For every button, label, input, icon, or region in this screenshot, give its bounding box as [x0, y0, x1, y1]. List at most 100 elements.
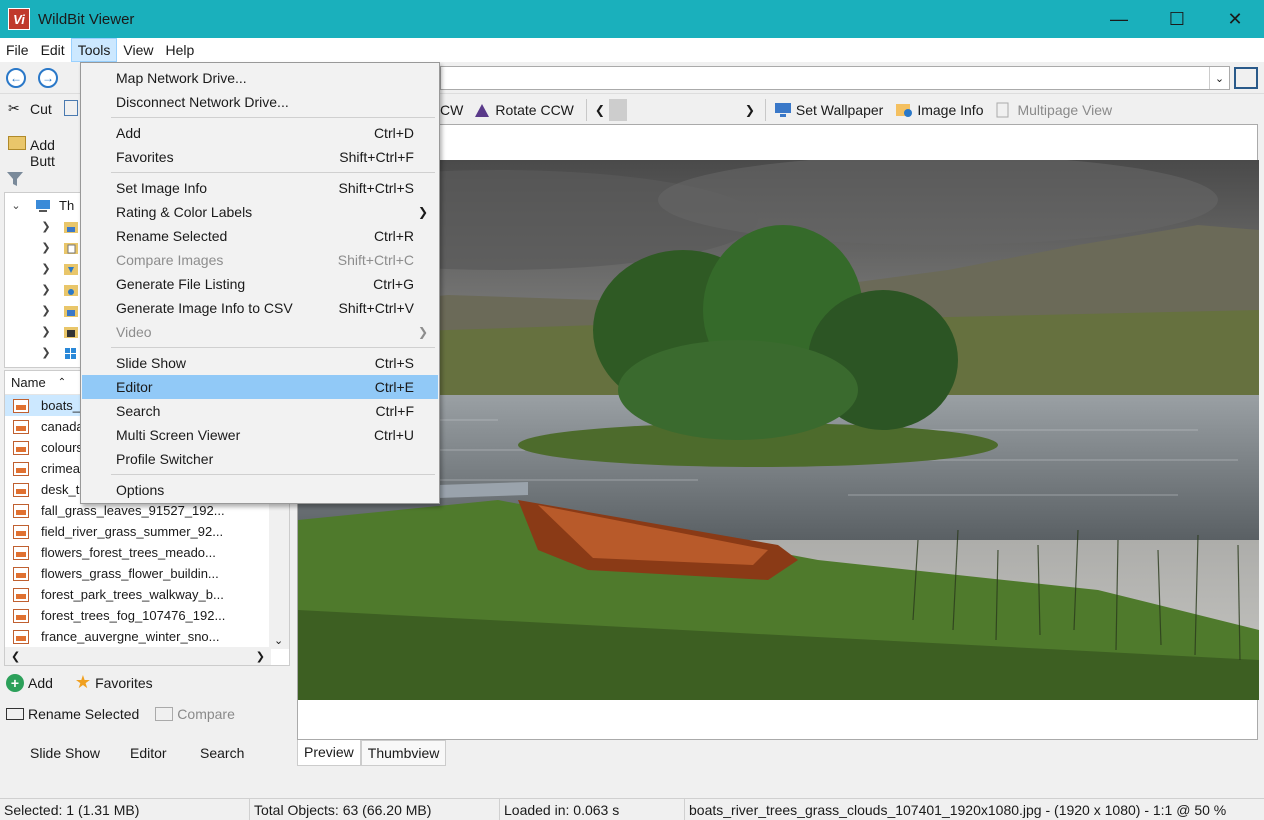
tree-item[interactable]: ❯	[39, 321, 79, 342]
tab-preview[interactable]: Preview	[297, 740, 361, 766]
chevron-left-icon[interactable]: ❮	[595, 103, 605, 117]
menu-view[interactable]: View	[117, 38, 159, 62]
menu-item-shortcut: Ctrl+F	[375, 403, 415, 419]
menu-item-label: Generate File Listing	[116, 276, 246, 292]
rotate-cw-button[interactable]: CW	[440, 102, 463, 118]
menu-item-shortcut: Ctrl+R	[373, 228, 414, 244]
tree-item[interactable]: ❯	[39, 279, 79, 300]
menu-item-label: Add	[116, 125, 141, 141]
menu-editor[interactable]: Editor Ctrl+E	[82, 375, 438, 399]
menu-generate-file-listing[interactable]: Generate File Listing Ctrl+G	[82, 272, 438, 296]
image-navigation-scroller[interactable]: ❮ ❯	[595, 99, 755, 121]
menu-item-shortcut: Ctrl+E	[374, 379, 414, 395]
menu-separator	[111, 172, 435, 173]
list-item[interactable]: france_auvergne_winter_sno...	[5, 626, 289, 647]
tree-item[interactable]: ❯	[39, 342, 79, 363]
menu-add[interactable]: Add Ctrl+D	[82, 121, 438, 145]
rename-compare-bar: Rename Selected Compare	[6, 706, 235, 722]
list-item[interactable]: flowers_forest_trees_meado...	[5, 542, 289, 563]
menu-favorites[interactable]: Favorites Shift+Ctrl+F	[82, 145, 438, 169]
maximize-button[interactable]: ☐	[1148, 0, 1206, 38]
tree-item[interactable]: ❯	[39, 258, 79, 279]
edit-toolbar: ✂ Cut	[0, 94, 80, 126]
copy-icon[interactable]	[64, 100, 78, 116]
tree-item[interactable]: ❯	[39, 216, 79, 237]
fullscreen-icon[interactable]	[1234, 67, 1258, 89]
rotate-ccw-button[interactable]: Rotate CCW	[473, 102, 574, 118]
compare-button[interactable]: Compare	[177, 706, 235, 722]
chevron-right-icon[interactable]: ❯	[256, 650, 265, 663]
window-title: WildBit Viewer	[38, 10, 135, 28]
minimize-button[interactable]: —	[1090, 0, 1148, 38]
menu-item-label: Disconnect Network Drive...	[116, 94, 289, 110]
scroller-thumb[interactable]	[608, 99, 627, 121]
image-preview-pane[interactable]	[297, 124, 1259, 740]
menu-edit[interactable]: Edit	[35, 38, 71, 62]
filter-icon[interactable]	[6, 170, 24, 188]
chevron-right-icon[interactable]: ❯	[745, 103, 755, 117]
menu-file[interactable]: File	[0, 38, 35, 62]
back-icon[interactable]: ←	[6, 68, 26, 88]
set-wallpaper-button[interactable]: Set Wallpaper	[774, 102, 883, 118]
add-button-bar: Add Butt	[0, 128, 80, 169]
image-file-icon	[13, 461, 29, 476]
slide-show-button[interactable]: Slide Show	[30, 745, 100, 761]
cut-button[interactable]: Cut	[30, 101, 52, 117]
multipage-view-button[interactable]: Multipage View	[995, 102, 1112, 118]
menu-options[interactable]: Options	[82, 478, 438, 502]
name-column-header[interactable]: Name	[11, 375, 46, 390]
tree-root[interactable]: ⌄ Th	[9, 195, 74, 216]
search-button[interactable]: Search	[200, 745, 244, 761]
menu-set-image-info[interactable]: Set Image Info Shift+Ctrl+S	[82, 176, 438, 200]
chevron-down-icon[interactable]: ⌄	[9, 199, 23, 212]
chevron-down-icon[interactable]: ⌄	[1209, 67, 1229, 89]
list-item[interactable]: forest_trees_fog_107476_192...	[5, 605, 289, 626]
menu-rename-selected[interactable]: Rename Selected Ctrl+R	[82, 224, 438, 248]
file-name: forest_park_trees_walkway_b...	[41, 587, 224, 602]
image-file-icon	[13, 608, 29, 623]
menu-item-label: Generate Image Info to CSV	[116, 300, 293, 316]
editor-button[interactable]: Editor	[130, 745, 167, 761]
close-button[interactable]: ✕	[1206, 0, 1264, 38]
tree-item[interactable]: ❯	[39, 237, 79, 258]
menu-multi-screen-viewer[interactable]: Multi Screen Viewer Ctrl+U	[82, 423, 438, 447]
tree-item[interactable]: ❯	[39, 300, 79, 321]
status-total-objects: Total Objects: 63 (66.20 MB)	[250, 798, 500, 820]
chevron-left-icon[interactable]: ❮	[11, 650, 20, 663]
file-name: field_river_grass_summer_92...	[41, 524, 224, 539]
pictures-icon	[64, 305, 78, 317]
image-file-icon	[13, 566, 29, 581]
scroller-track[interactable]	[604, 99, 745, 121]
menu-rating-color-labels[interactable]: Rating & Color Labels ❯	[82, 200, 438, 224]
tab-thumbview[interactable]: Thumbview	[360, 740, 447, 766]
file-name: canada	[41, 419, 84, 434]
menu-map-network-drive[interactable]: Map Network Drive...	[82, 66, 438, 90]
menu-disconnect-network-drive[interactable]: Disconnect Network Drive...	[82, 90, 438, 114]
menu-tools[interactable]: Tools	[70, 38, 118, 62]
menu-item-shortcut: Shift+Ctrl+C	[337, 252, 414, 268]
favorites-button[interactable]: Favorites	[95, 675, 153, 691]
horizontal-scrollbar[interactable]: ❮ ❯	[5, 647, 271, 665]
menu-help[interactable]: Help	[159, 38, 200, 62]
image-info-button[interactable]: Image Info	[895, 102, 983, 118]
address-bar[interactable]: ⌄	[440, 66, 1230, 90]
videos-icon	[64, 326, 78, 338]
chevron-down-icon[interactable]: ⌄	[274, 634, 283, 647]
menu-item-shortcut: Ctrl+S	[374, 355, 414, 371]
menu-item-label: Rename Selected	[116, 228, 228, 244]
list-item[interactable]: flowers_grass_flower_buildin...	[5, 563, 289, 584]
add-button[interactable]: Add	[28, 675, 53, 691]
image-info-label: Image Info	[917, 102, 984, 118]
menu-slide-show[interactable]: Slide Show Ctrl+S	[82, 351, 438, 375]
menu-item-shortcut: Shift+Ctrl+V	[338, 300, 414, 316]
rename-selected-button[interactable]: Rename Selected	[28, 706, 139, 722]
list-item[interactable]: field_river_grass_summer_92...	[5, 521, 289, 542]
forward-icon[interactable]: →	[38, 68, 58, 88]
image-file-icon	[13, 398, 29, 413]
list-item[interactable]: forest_park_trees_walkway_b...	[5, 584, 289, 605]
menu-generate-image-info-csv[interactable]: Generate Image Info to CSV Shift+Ctrl+V	[82, 296, 438, 320]
add-favorites-bar: + Add ★ Favorites	[6, 672, 153, 693]
title-bar[interactable]: Vi WildBit Viewer — ☐ ✕	[0, 0, 1264, 38]
menu-profile-switcher[interactable]: Profile Switcher	[82, 447, 438, 471]
menu-search[interactable]: Search Ctrl+F	[82, 399, 438, 423]
